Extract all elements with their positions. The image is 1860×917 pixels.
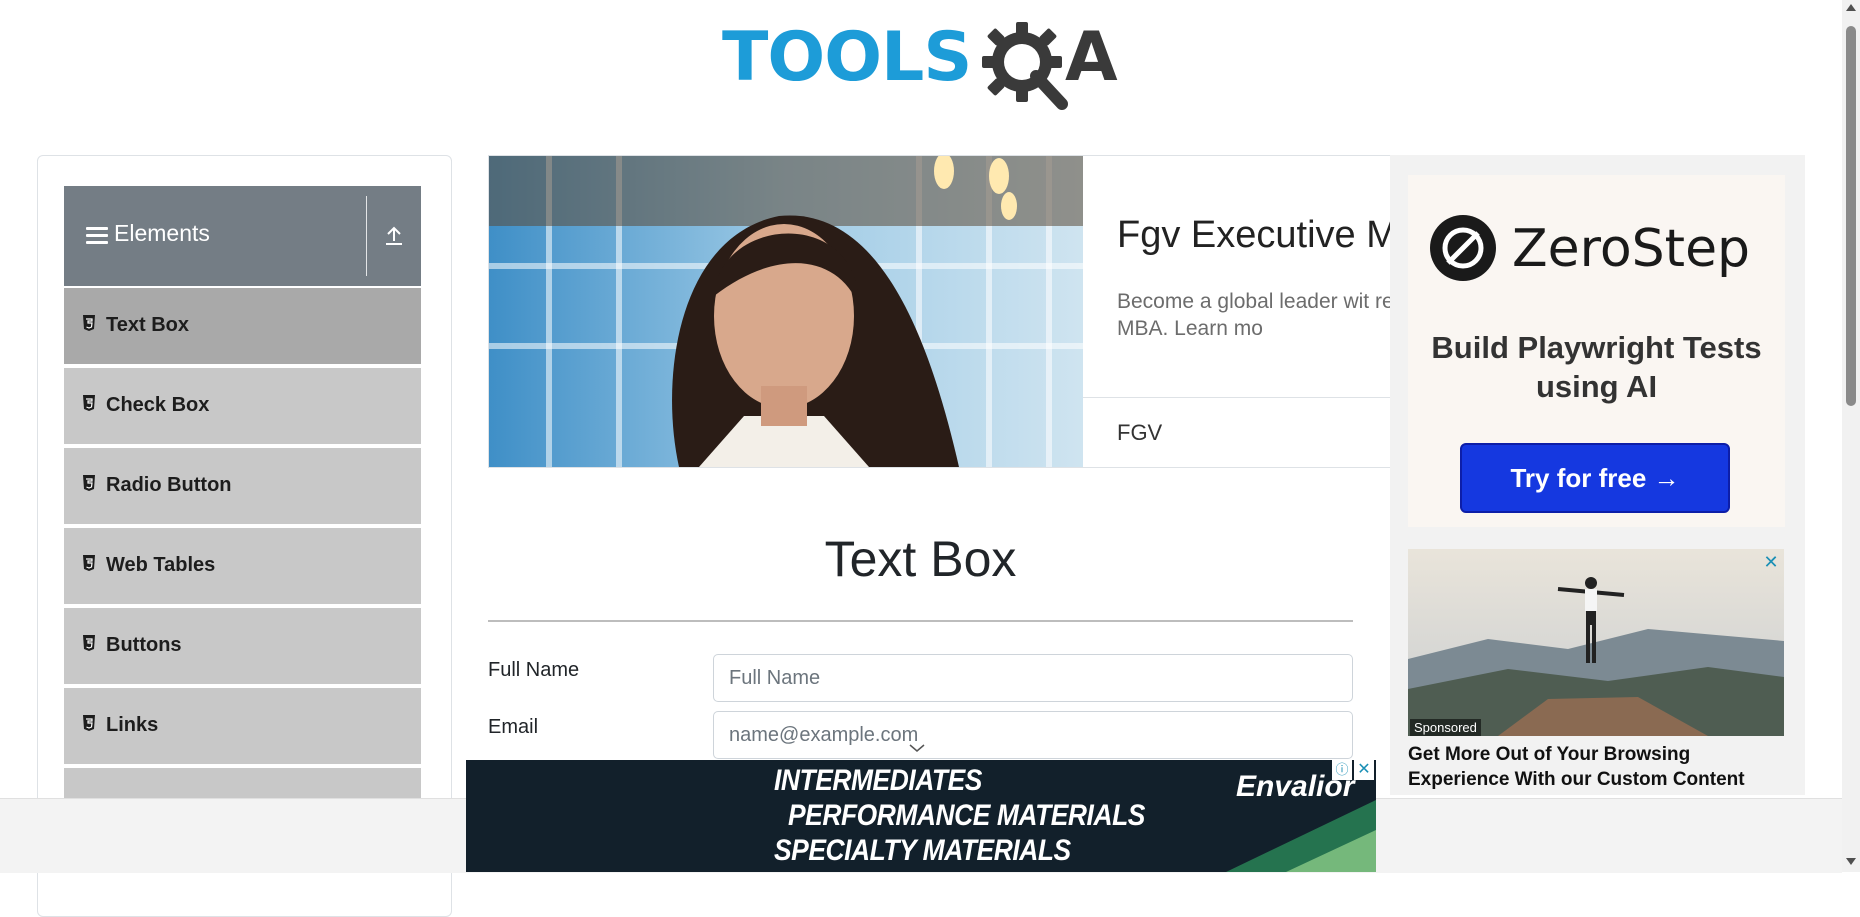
sidebar-item-buttons[interactable]: Buttons [64,606,421,684]
group-divider [366,196,367,276]
scroll-down-icon[interactable] [1846,858,1856,865]
zerostep-name: ZeroStep [1512,219,1751,279]
bottom-ad-banner[interactable]: INTERMEDIATES PERFORMANCE MATERIALS SPEC… [466,760,1376,872]
sidebar-item-label: Web Tables [106,554,216,576]
full-name-input[interactable] [713,654,1353,702]
ad-photo-woman [489,156,1083,467]
chevron-down-icon [909,744,925,752]
sidebar-item-label: Check Box [106,394,210,416]
email-input[interactable] [713,711,1353,759]
page-title: Text Box [824,531,1017,587]
sidebar-item-links[interactable]: Links [64,686,421,764]
hamburger-icon [86,227,108,245]
close-icon[interactable]: ✕ [1762,553,1780,571]
toolsqa-logo[interactable]: TOOLS A [722,18,1124,114]
html5-icon [83,635,95,651]
promo-text[interactable]: Get More Out of Your Browsing Experience… [1408,742,1784,792]
ad-description: Become a global leader wit recognized MB… [1117,290,1394,340]
html5-icon [83,555,95,571]
zerostep-logo-icon [1430,215,1496,281]
scroll-up-icon[interactable] [1846,4,1856,11]
banner-line-2: PERFORMANCE MATERIALS [788,799,1145,832]
ad-title[interactable]: Fgv Executive M [1117,214,1393,257]
banner-line-1: INTERMEDIATES [774,764,982,797]
ad-info-icon[interactable]: ⓘ [1332,760,1352,780]
top-ad-card[interactable]: Fgv Executive M Become a global leader w… [488,155,1394,468]
elements-group-header[interactable]: Elements [64,186,421,286]
ad-brand: FGV [1117,420,1163,445]
promo-image[interactable]: Sponsored [1408,549,1784,736]
banner-line-3: SPECIALTY MATERIALS [774,834,1071,867]
close-icon[interactable]: ✕ [1354,760,1374,780]
right-ad[interactable]: ZeroStep Build Playwright Tests using AI… [1390,155,1805,795]
group-title: Elements [114,220,210,246]
html5-icon [83,475,95,491]
try-for-free-button[interactable]: Try for free → [1460,443,1730,513]
sidebar-item-radio-button[interactable]: Radio Button [64,446,421,524]
sponsored-label: Sponsored [1410,719,1481,736]
zerostep-ad-panel[interactable]: ZeroStep Build Playwright Tests using AI… [1408,175,1785,527]
page-scrollbar[interactable] [1842,0,1860,872]
scroll-thumb[interactable] [1846,26,1856,406]
logo-text-a: A [1065,18,1118,97]
sidebar-item-label: Text Box [106,314,189,336]
sidebar-item-label: Buttons [106,634,182,656]
sidebar-item-label: Radio Button [106,474,232,496]
zerostep-headline: Build Playwright Tests using AI [1431,330,1762,404]
logo-text-tools: TOOLS [722,18,972,97]
collapse-up-icon[interactable] [384,224,404,246]
html5-icon [83,315,95,331]
ad-separator [1083,397,1393,398]
html5-icon [83,395,95,411]
sidebar-item-web-tables[interactable]: Web Tables [64,526,421,604]
sidebar-item-check-box[interactable]: Check Box [64,366,421,444]
title-divider [488,620,1353,622]
email-label: Email [488,716,539,738]
html5-icon [83,715,95,731]
full-name-label: Full Name [488,659,580,681]
sidebar-item-text-box[interactable]: Text Box [64,286,421,364]
sidebar-item-label: Links [106,714,159,736]
